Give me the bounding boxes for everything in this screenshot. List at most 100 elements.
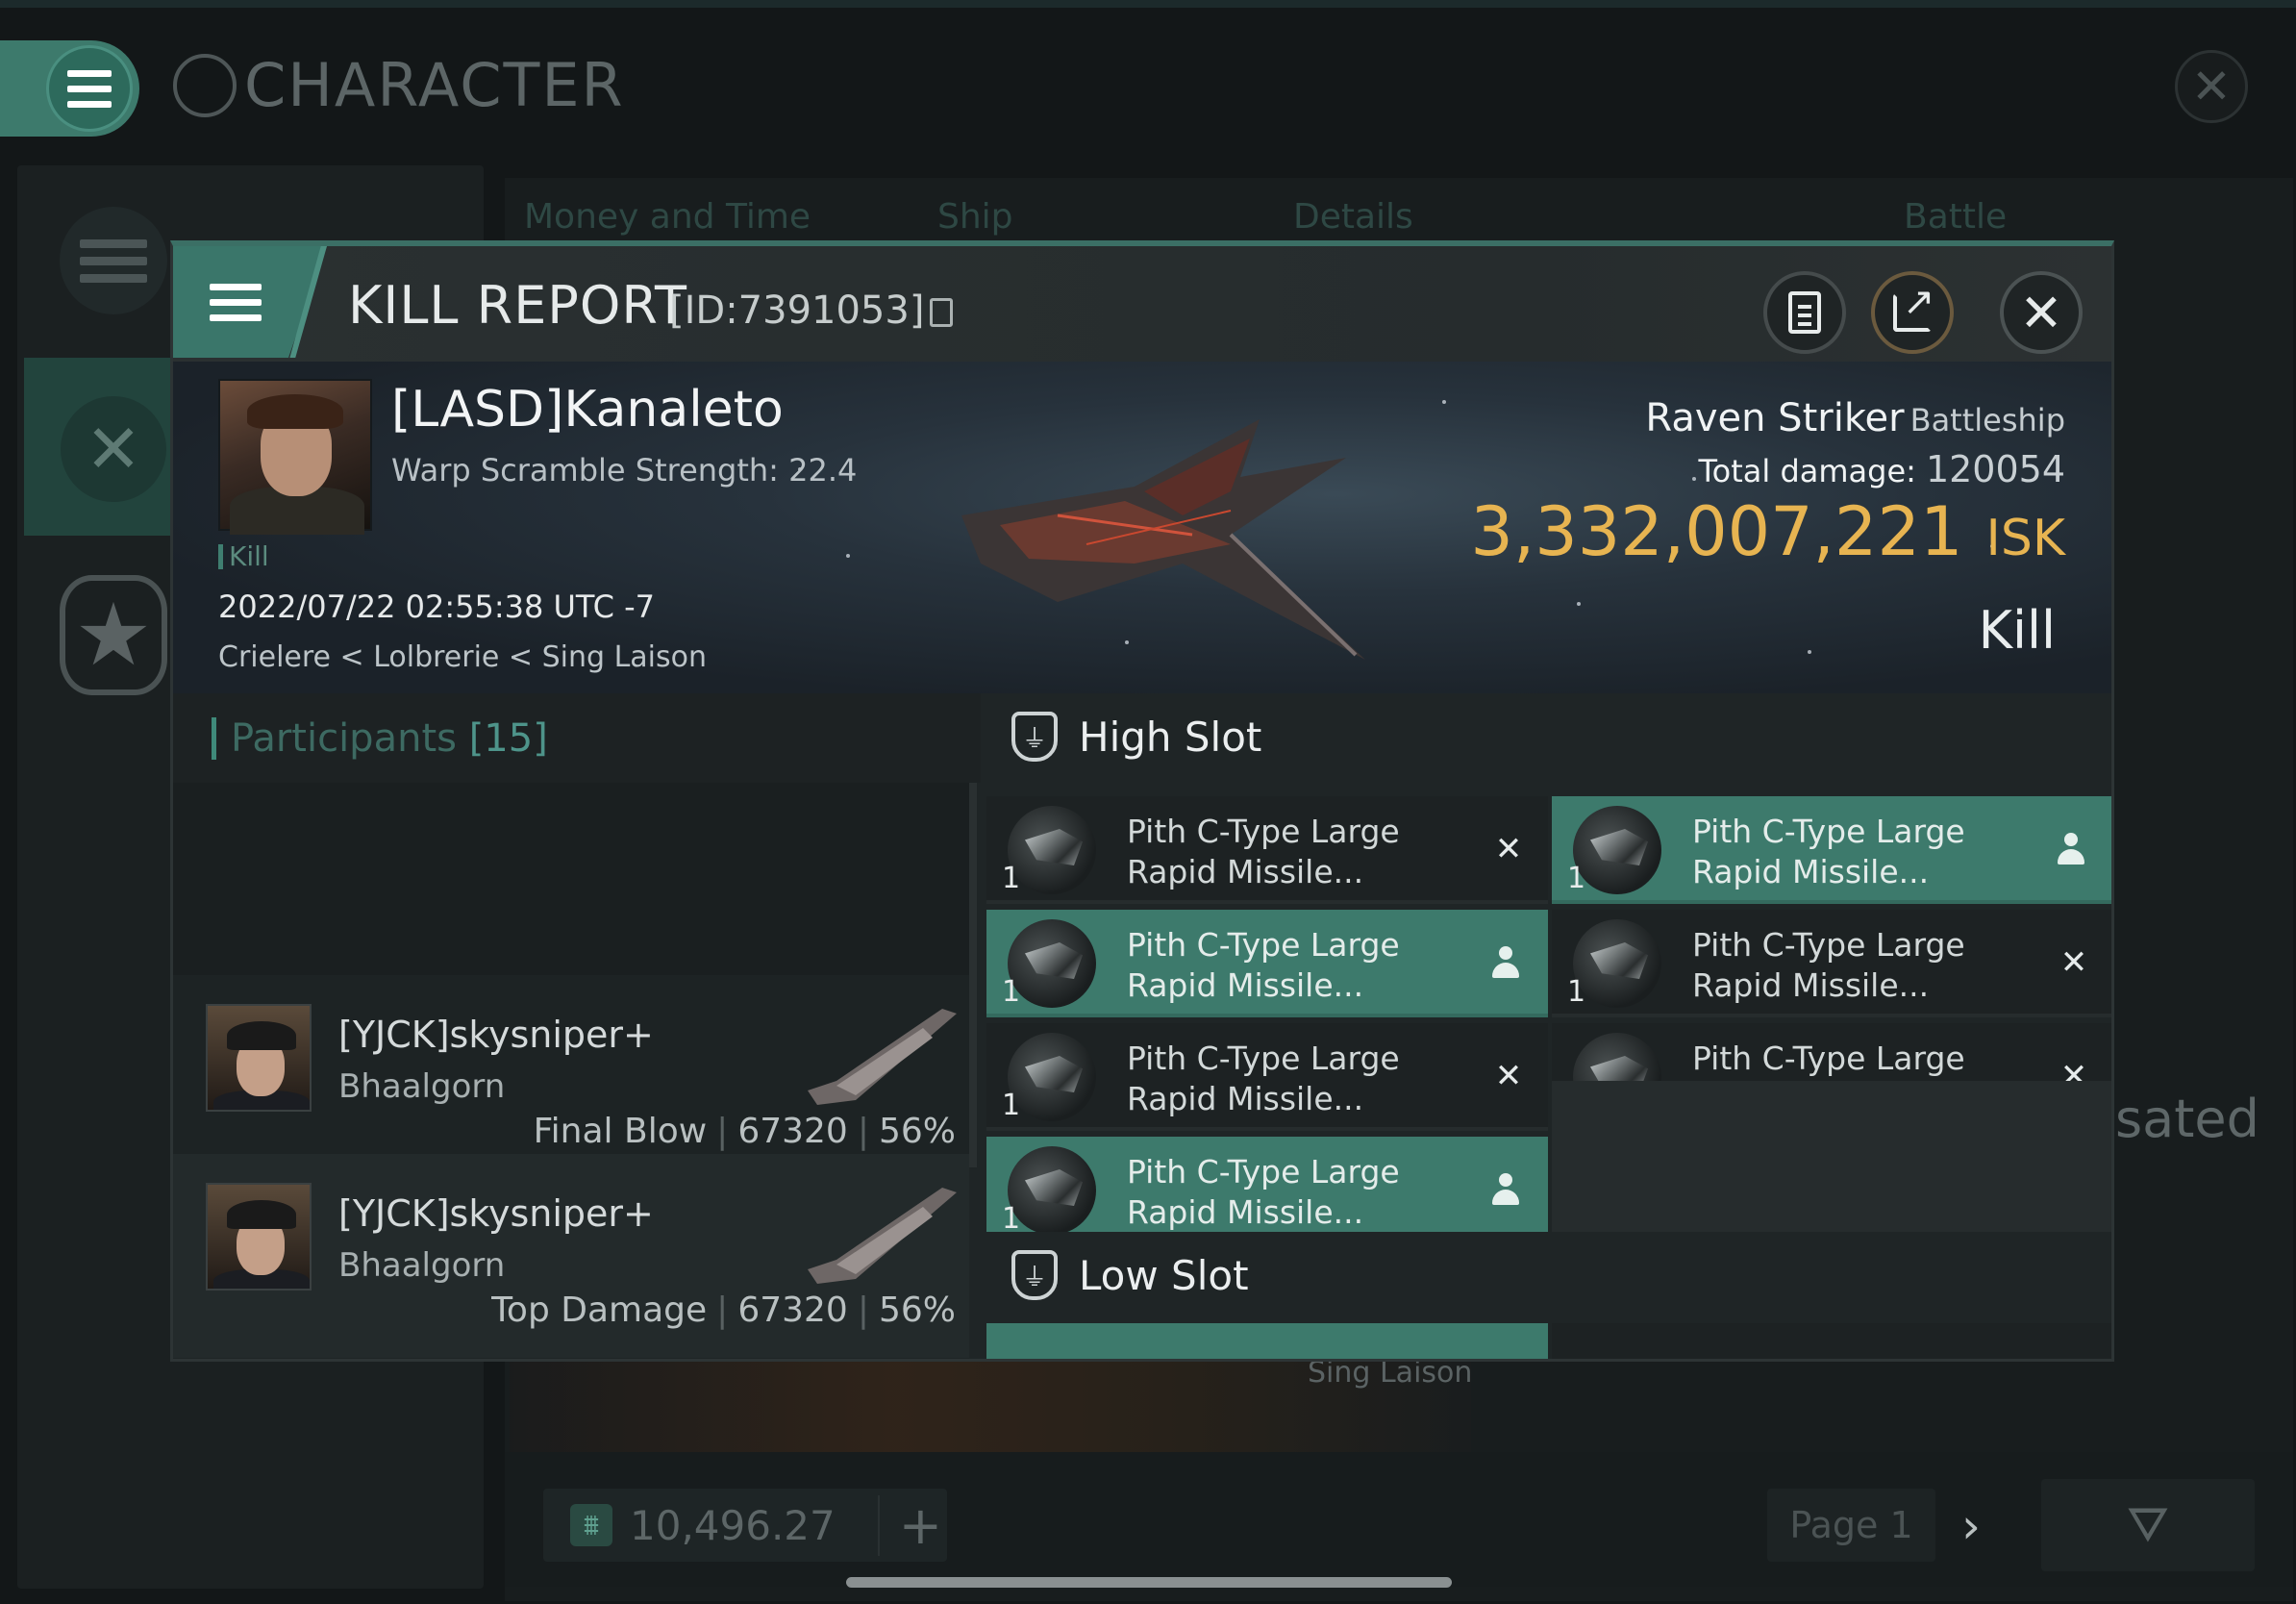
victim-ship[interactable]: Raven Striker Battleship [1645, 396, 2065, 440]
hexagon-frame [60, 575, 167, 695]
participant-ship: Bhaalgorn [338, 1067, 506, 1106]
victim-ship-class: Battleship [1909, 402, 2065, 439]
participant-name: [YJCK]skysniper+ [338, 1014, 654, 1056]
module-quantity: 1 [1002, 1089, 1021, 1122]
copy-id-icon[interactable] [930, 298, 954, 327]
menu-button-circle[interactable] [46, 45, 133, 132]
module-quantity: 1 [1567, 862, 1586, 895]
wallet-display: ⩩ 10,496.27 + [543, 1489, 947, 1562]
participant-percent: 56% [878, 1291, 956, 1330]
hamburger-icon [67, 69, 112, 108]
destroyed-icon: ✕ [1494, 830, 1523, 868]
module-name: Pith C-Type Large Rapid Missile... [1692, 926, 1965, 1004]
module-name: Pith C-Type Large Rapid Missile... [1127, 813, 1400, 890]
dialog-close-button[interactable]: ✕ [2000, 271, 2083, 354]
sidebar-item-list[interactable] [60, 207, 167, 314]
share-button[interactable] [1871, 271, 1954, 354]
missile-launcher-icon [1008, 919, 1096, 1008]
scroll-indicator[interactable] [846, 1577, 1452, 1588]
participants-header[interactable]: Participants [15] [173, 693, 981, 783]
high-slot-icon: ⏚ [1011, 712, 1058, 762]
report-id: [ID:7391053] [669, 288, 954, 333]
main-menu-button[interactable] [0, 40, 139, 137]
total-damage-label: Total damage: [1698, 453, 1916, 489]
participants-divider [969, 783, 977, 1167]
top-bar [0, 0, 2296, 8]
victim-name[interactable]: [LASD]Kanaleto [391, 381, 784, 439]
participant-damage: 67320 [737, 1291, 848, 1330]
module-item[interactable]: 1 Pith C-Type Large Rapid Missile... [986, 1137, 1548, 1244]
dropped-icon [2058, 833, 2090, 865]
participant-portrait[interactable] [206, 1004, 312, 1112]
participants-count: [15] [468, 716, 548, 761]
participant-name: [YJCK]skysniper+ [338, 1192, 654, 1235]
isk-unit: ISK [1985, 510, 2065, 567]
participants-label: Participants [231, 716, 457, 761]
kill-tag-label: Kill [229, 540, 269, 572]
dialog-header: KILL REPORT [ID:7391053] ✕ [173, 246, 2111, 362]
dialog-menu-button[interactable] [173, 246, 327, 358]
page-title: CHARACTER [173, 50, 625, 120]
victim-banner: [LASD]Kanaleto Warp Scramble Strength: 2… [173, 362, 2111, 693]
destroyed-icon: ✕ [1494, 1057, 1523, 1095]
filter-button[interactable]: ⛛ [2041, 1479, 2255, 1571]
background-tabs: Money and Time Ship Details Battle Statu… [524, 197, 2110, 276]
kill-datetime: 2022/07/22 02:55:38 UTC -7 [218, 589, 656, 625]
missile-launcher-icon [1008, 1033, 1096, 1121]
isk-value: 3,332,007,221 ISK [1470, 492, 2065, 571]
participants-title: Participants [15] [231, 716, 548, 761]
close-icon: ✕ [2019, 282, 2063, 343]
missile-launcher-icon [1008, 1146, 1096, 1235]
add-funds-button[interactable]: + [877, 1494, 942, 1556]
module-quantity: 1 [1002, 975, 1021, 1009]
kill-tag: Kill [218, 540, 269, 572]
close-icon: ✕ [2191, 59, 2232, 114]
victim-ship-name: Raven Striker [1645, 396, 1905, 440]
page-title-text: CHARACTER [244, 50, 625, 120]
next-page-icon[interactable]: › [1961, 1498, 1981, 1554]
filter-icon: ⛛ [2127, 1495, 2169, 1554]
victim-portrait[interactable] [218, 379, 372, 535]
participant-row[interactable]: [YJCK]skysniper+ Bhaalgorn Final Blow | 67… [173, 975, 969, 1179]
tab-money-and-time[interactable]: Money and Time [524, 197, 811, 237]
participant-portrait[interactable] [206, 1183, 312, 1291]
character-emblem-icon [173, 53, 237, 117]
tab-ship[interactable]: Ship [937, 197, 1013, 237]
tab-details[interactable]: Details [1293, 197, 1413, 237]
hamburger-icon [210, 283, 262, 321]
crossed-swords-icon: ✕ [61, 396, 166, 502]
participant-row[interactable]: [YJCK]skysniper+ Bhaalgorn Top Damage | 67… [173, 1154, 969, 1358]
module-item[interactable]: 1 Pith C-Type Large Rapid Missile... [1552, 796, 2111, 904]
module-item-partial[interactable] [1552, 1323, 2111, 1359]
participant-ship-image [808, 1188, 957, 1284]
page-indicator: Page 1 [1767, 1489, 1935, 1562]
module-item[interactable]: 1 Pith C-Type Large Rapid Missile... ✕ [986, 796, 1548, 904]
module-item-partial[interactable] [986, 1323, 1548, 1359]
kill-location[interactable]: Crielere < Lolbrerie < Sing Laison [218, 640, 707, 674]
list-icon [80, 238, 147, 283]
window-close-button[interactable]: ✕ [2175, 50, 2248, 123]
dropped-icon [1492, 946, 1525, 979]
missile-launcher-icon [1008, 806, 1096, 894]
sidebar-item-combat[interactable]: ✕ [24, 358, 178, 536]
dropped-icon [1492, 1173, 1525, 1206]
sidebar-item-favorites[interactable]: ★ [60, 575, 167, 695]
module-item[interactable]: 1 Pith C-Type Large Rapid Missile... ✕ [986, 1023, 1548, 1131]
module-item[interactable]: 1 Pith C-Type Large Rapid Missile... [986, 910, 1548, 1017]
total-damage-value: 120054 [1925, 448, 2065, 490]
low-slot-title: Low Slot [1079, 1251, 1249, 1299]
clipboard-button[interactable] [1763, 271, 1846, 354]
kill-report-dialog: KILL REPORT [ID:7391053] ✕ [LASD]Kanalet… [170, 240, 2114, 1362]
low-slot-icon: ⏚ [1011, 1250, 1058, 1300]
module-name: Pith C-Type Large Rapid Missile... [1692, 813, 1965, 890]
module-item[interactable]: 1 Pith C-Type Large Rapid Missile... ✕ [1552, 910, 2111, 1017]
participant-stats: Top Damage | 67320 | 56% [491, 1291, 956, 1330]
module-quantity: 1 [1567, 975, 1586, 1009]
high-slot-header: ⏚ High Slot [981, 693, 2111, 780]
destroyed-icon: ✕ [2059, 943, 2088, 982]
participant-damage: 67320 [737, 1112, 848, 1151]
victim-ship-image [961, 419, 1365, 660]
background-status-text: sated [2115, 1089, 2259, 1149]
participant-role: Final Blow [533, 1112, 708, 1151]
result-label: Kill [1978, 600, 2056, 661]
